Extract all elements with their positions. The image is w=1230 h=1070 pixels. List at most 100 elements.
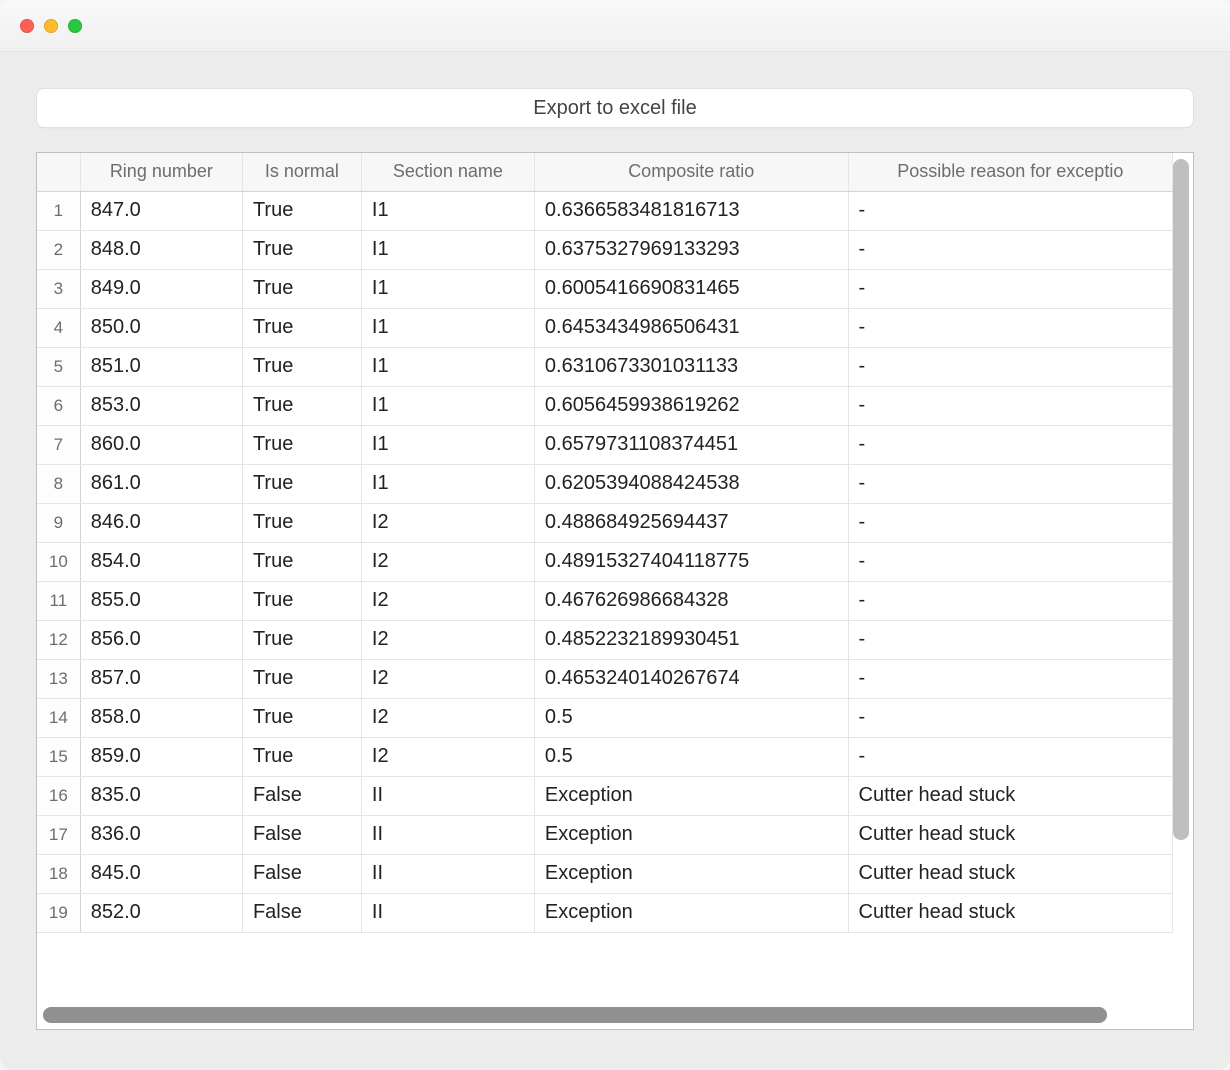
- cell-reason[interactable]: -: [848, 269, 1172, 308]
- header-reason[interactable]: Possible reason for exceptio: [848, 153, 1172, 191]
- cell-reason[interactable]: -: [848, 698, 1172, 737]
- cell-normal[interactable]: True: [242, 620, 361, 659]
- cell-section[interactable]: I2: [361, 620, 534, 659]
- cell-normal[interactable]: False: [242, 815, 361, 854]
- row-index-cell[interactable]: 1: [37, 191, 80, 230]
- cell-ratio[interactable]: 0.6005416690831465: [534, 269, 848, 308]
- cell-ring[interactable]: 858.0: [80, 698, 242, 737]
- cell-ratio[interactable]: Exception: [534, 893, 848, 932]
- row-index-cell[interactable]: 2: [37, 230, 80, 269]
- cell-reason[interactable]: Cutter head stuck: [848, 815, 1172, 854]
- cell-reason[interactable]: -: [848, 425, 1172, 464]
- cell-ring[interactable]: 855.0: [80, 581, 242, 620]
- table-row[interactable]: 9846.0TrueI20.488684925694437-: [37, 503, 1173, 542]
- cell-section[interactable]: I2: [361, 542, 534, 581]
- cell-section[interactable]: II: [361, 893, 534, 932]
- cell-ratio[interactable]: 0.4653240140267674: [534, 659, 848, 698]
- cell-ring[interactable]: 850.0: [80, 308, 242, 347]
- cell-reason[interactable]: -: [848, 191, 1172, 230]
- table-scroll[interactable]: Ring number Is normal Section name Compo…: [37, 153, 1193, 1005]
- row-index-cell[interactable]: 11: [37, 581, 80, 620]
- table-row[interactable]: 8861.0TrueI10.6205394088424538-: [37, 464, 1173, 503]
- cell-section[interactable]: I2: [361, 503, 534, 542]
- cell-ratio[interactable]: 0.5: [534, 698, 848, 737]
- cell-section[interactable]: I2: [361, 698, 534, 737]
- table-row[interactable]: 14858.0TrueI20.5-: [37, 698, 1173, 737]
- cell-normal[interactable]: True: [242, 269, 361, 308]
- row-index-cell[interactable]: 10: [37, 542, 80, 581]
- table-row[interactable]: 19852.0FalseIIExceptionCutter head stuck: [37, 893, 1173, 932]
- table-row[interactable]: 7860.0TrueI10.6579731108374451-: [37, 425, 1173, 464]
- cell-ring[interactable]: 835.0: [80, 776, 242, 815]
- cell-ring[interactable]: 853.0: [80, 386, 242, 425]
- row-index-cell[interactable]: 15: [37, 737, 80, 776]
- cell-normal[interactable]: True: [242, 503, 361, 542]
- cell-ratio[interactable]: Exception: [534, 815, 848, 854]
- cell-reason[interactable]: Cutter head stuck: [848, 893, 1172, 932]
- row-index-cell[interactable]: 7: [37, 425, 80, 464]
- cell-reason[interactable]: -: [848, 542, 1172, 581]
- cell-ring[interactable]: 845.0: [80, 854, 242, 893]
- header-index[interactable]: [37, 153, 80, 191]
- cell-section[interactable]: I1: [361, 191, 534, 230]
- cell-ratio[interactable]: 0.6205394088424538: [534, 464, 848, 503]
- cell-section[interactable]: I1: [361, 308, 534, 347]
- cell-section[interactable]: I1: [361, 464, 534, 503]
- cell-ring[interactable]: 851.0: [80, 347, 242, 386]
- table-row[interactable]: 18845.0FalseIIExceptionCutter head stuck: [37, 854, 1173, 893]
- cell-normal[interactable]: True: [242, 425, 361, 464]
- cell-ratio[interactable]: 0.5: [534, 737, 848, 776]
- cell-reason[interactable]: Cutter head stuck: [848, 854, 1172, 893]
- row-index-cell[interactable]: 9: [37, 503, 80, 542]
- horizontal-scrollbar[interactable]: [43, 1007, 1187, 1025]
- cell-normal[interactable]: True: [242, 737, 361, 776]
- table-row[interactable]: 5851.0TrueI10.6310673301031133-: [37, 347, 1173, 386]
- cell-section[interactable]: I1: [361, 230, 534, 269]
- cell-ring[interactable]: 848.0: [80, 230, 242, 269]
- cell-normal[interactable]: False: [242, 776, 361, 815]
- cell-reason[interactable]: -: [848, 386, 1172, 425]
- cell-reason[interactable]: -: [848, 659, 1172, 698]
- cell-ring[interactable]: 859.0: [80, 737, 242, 776]
- cell-normal[interactable]: True: [242, 347, 361, 386]
- cell-ring[interactable]: 856.0: [80, 620, 242, 659]
- cell-ring[interactable]: 836.0: [80, 815, 242, 854]
- cell-reason[interactable]: -: [848, 230, 1172, 269]
- cell-section[interactable]: II: [361, 776, 534, 815]
- row-index-cell[interactable]: 17: [37, 815, 80, 854]
- header-ratio[interactable]: Composite ratio: [534, 153, 848, 191]
- cell-ring[interactable]: 861.0: [80, 464, 242, 503]
- cell-ratio[interactable]: 0.4852232189930451: [534, 620, 848, 659]
- row-index-cell[interactable]: 4: [37, 308, 80, 347]
- vertical-scrollbar-thumb[interactable]: [1173, 159, 1189, 840]
- cell-normal[interactable]: True: [242, 659, 361, 698]
- cell-ratio[interactable]: 0.48915327404118775: [534, 542, 848, 581]
- minimize-icon[interactable]: [44, 19, 58, 33]
- cell-ring[interactable]: 849.0: [80, 269, 242, 308]
- row-index-cell[interactable]: 8: [37, 464, 80, 503]
- cell-ratio[interactable]: 0.6310673301031133: [534, 347, 848, 386]
- cell-normal[interactable]: True: [242, 464, 361, 503]
- row-index-cell[interactable]: 16: [37, 776, 80, 815]
- table-row[interactable]: 11855.0TrueI20.467626986684328-: [37, 581, 1173, 620]
- row-index-cell[interactable]: 13: [37, 659, 80, 698]
- cell-ring[interactable]: 846.0: [80, 503, 242, 542]
- cell-section[interactable]: I1: [361, 425, 534, 464]
- cell-ratio[interactable]: 0.6366583481816713: [534, 191, 848, 230]
- row-index-cell[interactable]: 14: [37, 698, 80, 737]
- cell-reason[interactable]: Cutter head stuck: [848, 776, 1172, 815]
- cell-reason[interactable]: -: [848, 581, 1172, 620]
- table-row[interactable]: 4850.0TrueI10.6453434986506431-: [37, 308, 1173, 347]
- cell-normal[interactable]: True: [242, 698, 361, 737]
- cell-reason[interactable]: -: [848, 347, 1172, 386]
- table-row[interactable]: 16835.0FalseIIExceptionCutter head stuck: [37, 776, 1173, 815]
- cell-ratio[interactable]: Exception: [534, 854, 848, 893]
- cell-normal[interactable]: True: [242, 386, 361, 425]
- cell-ratio[interactable]: 0.488684925694437: [534, 503, 848, 542]
- cell-ratio[interactable]: 0.6579731108374451: [534, 425, 848, 464]
- cell-reason[interactable]: -: [848, 620, 1172, 659]
- table-row[interactable]: 12856.0TrueI20.4852232189930451-: [37, 620, 1173, 659]
- cell-ring[interactable]: 854.0: [80, 542, 242, 581]
- cell-reason[interactable]: -: [848, 464, 1172, 503]
- vertical-scrollbar[interactable]: [1173, 159, 1189, 951]
